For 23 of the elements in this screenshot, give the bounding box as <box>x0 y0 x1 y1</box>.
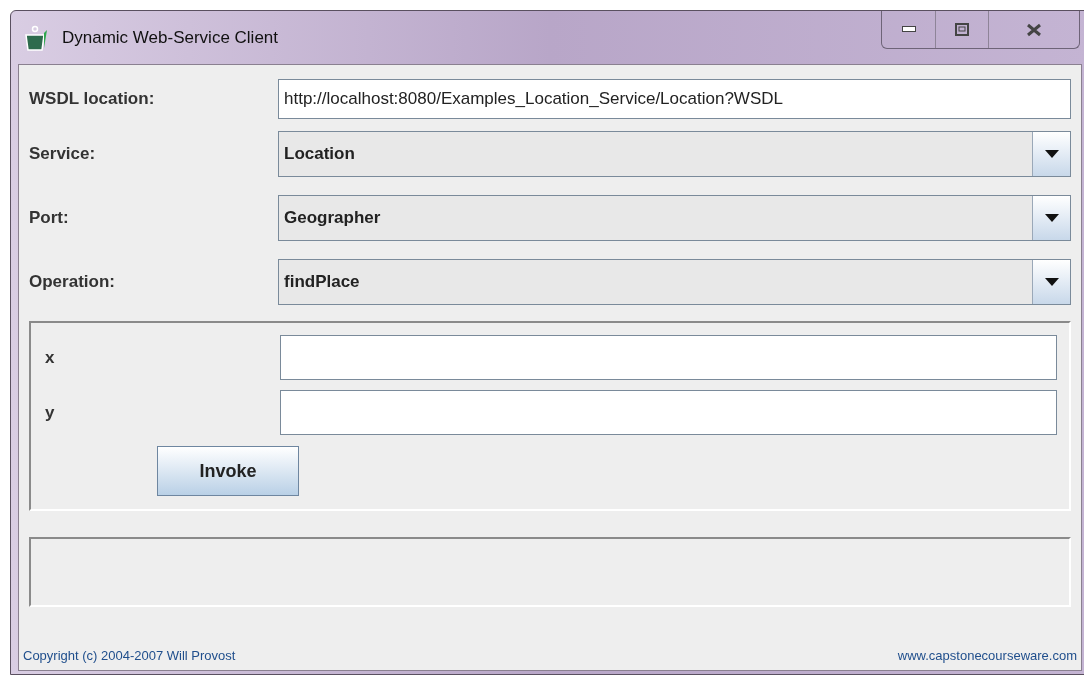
app-icon <box>24 25 48 51</box>
minimize-icon <box>901 26 916 33</box>
dropdown-arrow-icon <box>1044 214 1059 222</box>
website-link[interactable]: www.capstonecourseware.com <box>897 645 1077 665</box>
window-title: Dynamic Web-Service Client <box>62 27 279 49</box>
dropdown-arrow-icon <box>1044 150 1059 158</box>
wsdl-location-field[interactable]: http://localhost:8080/Examples_Location_Service/Location?WSDL <box>278 79 1071 119</box>
copyright-text: Copyright (c) 2004-2007 Will Provost <box>23 646 236 665</box>
dropdown-arrow-icon <box>1044 278 1059 286</box>
field-label: Operation: <box>29 271 116 294</box>
dropdown[interactable]: findPlace <box>278 259 1071 305</box>
parameter-field[interactable] <box>280 335 1057 380</box>
invoke-button[interactable]: Invoke <box>157 446 299 496</box>
parameter-label: x <box>44 346 56 369</box>
parameter-label: y <box>44 401 56 424</box>
dropdown[interactable]: Location <box>278 131 1071 177</box>
field-label: WSDL location: <box>29 88 156 111</box>
field-label: Service: <box>29 143 97 166</box>
close-icon <box>1026 22 1042 37</box>
field-label: Port: <box>29 207 70 230</box>
parameter-field[interactable] <box>280 390 1057 435</box>
dropdown[interactable]: Geographer <box>278 195 1071 241</box>
maximize-icon <box>955 23 969 36</box>
